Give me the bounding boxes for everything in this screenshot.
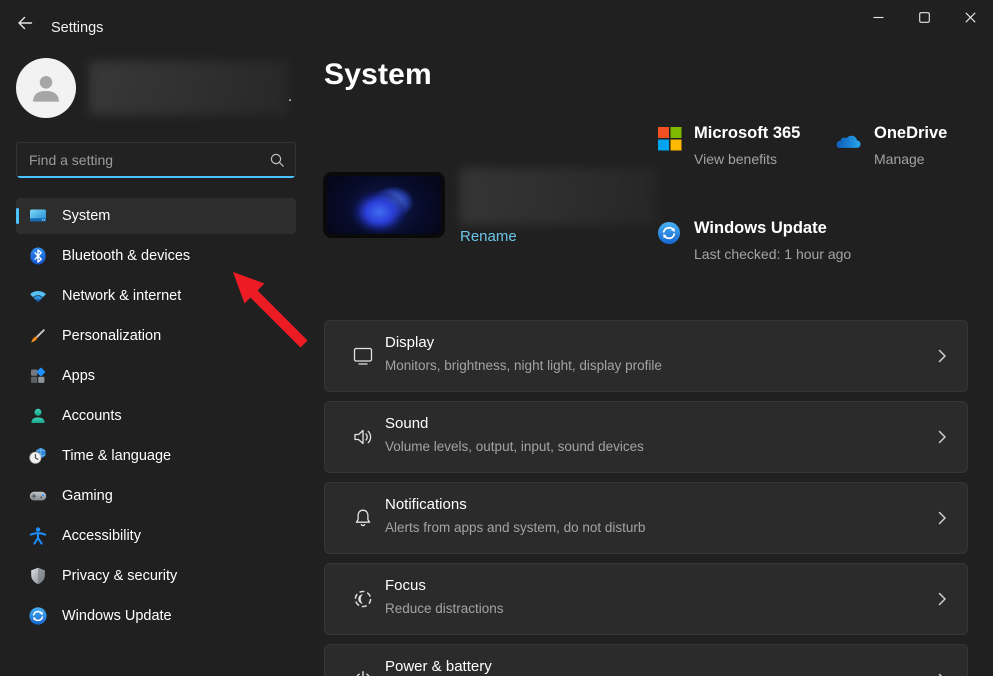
card-sound[interactable]: Sound Volume levels, output, input, soun… <box>324 401 968 473</box>
sidebar-item-label: Gaming <box>62 488 113 504</box>
settings-window: Settings . <box>0 0 993 676</box>
sidebar-item-bluetooth-devices[interactable]: Bluetooth & devices <box>16 238 296 274</box>
chevron-right-icon <box>933 590 951 608</box>
window-controls <box>855 0 993 34</box>
minimize-button[interactable] <box>855 0 901 34</box>
sidebar-item-personalization[interactable]: Personalization <box>16 318 296 354</box>
windows-update-icon <box>657 221 681 250</box>
card-title: Notifications <box>385 496 467 513</box>
sidebar-item-label: Personalization <box>62 328 161 344</box>
sidebar-nav: System Bluetooth & devices Network & int… <box>16 198 296 638</box>
back-button[interactable] <box>8 8 42 40</box>
card-focus[interactable]: Focus Reduce distractions <box>324 563 968 635</box>
sound-icon <box>351 425 375 449</box>
sidebar-item-time-language[interactable]: Time & language <box>16 438 296 474</box>
apps-icon <box>28 366 48 386</box>
system-icon <box>28 206 48 226</box>
chevron-right-icon <box>933 347 951 365</box>
chevron-right-icon <box>933 428 951 446</box>
sidebar-item-label: Windows Update <box>62 608 172 624</box>
personalization-icon <box>28 326 48 346</box>
onedrive-tile[interactable]: OneDrive Manage <box>874 124 984 170</box>
tile-title: Windows Update <box>694 219 864 238</box>
tile-subtitle-link[interactable]: Manage <box>874 148 984 170</box>
sidebar-item-label: Accounts <box>62 408 122 424</box>
card-notifications[interactable]: Notifications Alerts from apps and syste… <box>324 482 968 554</box>
sidebar-item-network-internet[interactable]: Network & internet <box>16 278 296 314</box>
close-button[interactable] <box>947 0 993 34</box>
user-name-suffix: . <box>288 88 292 105</box>
time-language-icon <box>28 446 48 466</box>
sidebar-item-label: Time & language <box>62 448 171 464</box>
maximize-button[interactable] <box>901 0 947 34</box>
sidebar-item-accounts[interactable]: Accounts <box>16 398 296 434</box>
sidebar-item-label: Accessibility <box>62 528 141 544</box>
sidebar-item-gaming[interactable]: Gaming <box>16 478 296 514</box>
chevron-right-icon <box>933 671 951 676</box>
focus-icon <box>351 587 375 611</box>
card-power-battery[interactable]: Power & battery <box>324 644 968 676</box>
maximize-icon <box>919 12 930 23</box>
tile-subtitle-link[interactable]: View benefits <box>694 148 844 170</box>
sidebar-item-label: Bluetooth & devices <box>62 248 190 264</box>
tile-title: Microsoft 365 <box>694 124 844 143</box>
microsoft-365-tile[interactable]: Microsoft 365 View benefits <box>694 124 844 170</box>
page-title: System <box>324 58 432 92</box>
sidebar-item-label: Apps <box>62 368 95 384</box>
card-subtitle: Alerts from apps and system, do not dist… <box>385 520 645 535</box>
chevron-right-icon <box>933 509 951 527</box>
search-box <box>16 142 296 178</box>
bloom-wallpaper <box>327 176 441 234</box>
network-icon <box>28 286 48 306</box>
card-subtitle: Volume levels, output, input, sound devi… <box>385 439 644 454</box>
microsoft-365-icon <box>657 126 682 156</box>
sidebar-item-privacy-security[interactable]: Privacy & security <box>16 558 296 594</box>
card-subtitle: Monitors, brightness, night light, displ… <box>385 358 662 373</box>
search-icon <box>268 151 286 174</box>
accessibility-icon <box>28 526 48 546</box>
windows-update-tile[interactable]: Windows Update Last checked: 1 hour ago <box>694 219 864 265</box>
rename-link[interactable]: Rename <box>460 228 517 245</box>
onedrive-icon <box>832 131 863 157</box>
gaming-icon <box>28 486 48 506</box>
card-subtitle: Reduce distractions <box>385 601 504 616</box>
person-icon <box>27 69 65 107</box>
tile-title: OneDrive <box>874 124 984 143</box>
notifications-icon <box>351 506 375 530</box>
user-avatar[interactable] <box>16 58 76 118</box>
display-icon <box>351 344 375 368</box>
card-title: Display <box>385 334 434 351</box>
back-arrow-icon <box>17 15 33 34</box>
sidebar-item-system[interactable]: System <box>16 198 296 234</box>
accounts-icon <box>28 406 48 426</box>
search-input[interactable] <box>17 143 295 178</box>
windows-update-icon <box>28 606 48 626</box>
minimize-icon <box>873 12 884 23</box>
card-title: Power & battery <box>385 658 492 675</box>
sidebar-item-accessibility[interactable]: Accessibility <box>16 518 296 554</box>
tile-subtitle: Last checked: 1 hour ago <box>694 243 864 265</box>
bluetooth-icon <box>28 246 48 266</box>
device-name-redacted <box>460 168 657 225</box>
sidebar-item-label: Privacy & security <box>62 568 177 584</box>
sidebar-item-windows-update[interactable]: Windows Update <box>16 598 296 634</box>
user-name-redacted <box>89 61 289 115</box>
window-title: Settings <box>51 20 103 36</box>
card-title: Focus <box>385 577 426 594</box>
device-wallpaper-thumbnail <box>323 172 445 238</box>
close-icon <box>965 12 976 23</box>
card-title: Sound <box>385 415 428 432</box>
sidebar-item-apps[interactable]: Apps <box>16 358 296 394</box>
card-display[interactable]: Display Monitors, brightness, night ligh… <box>324 320 968 392</box>
sidebar-item-label: Network & internet <box>62 288 181 304</box>
privacy-security-icon <box>28 566 48 586</box>
sidebar-item-label: System <box>62 208 110 224</box>
power-icon <box>351 668 375 676</box>
